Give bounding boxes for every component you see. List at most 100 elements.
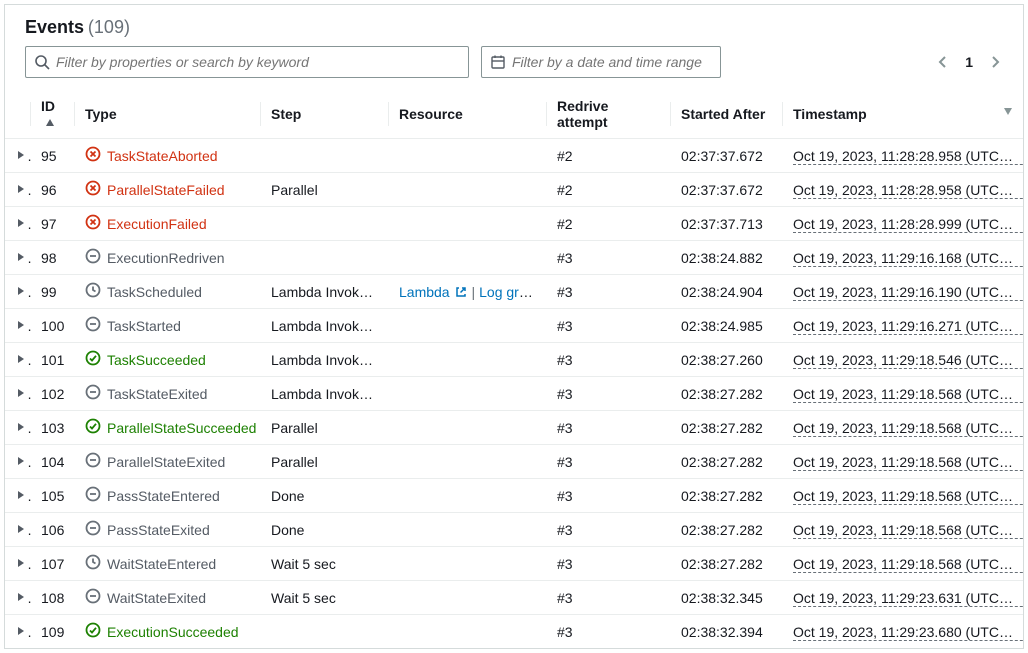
- expand-toggle[interactable]: [5, 309, 31, 343]
- prev-page-icon[interactable]: [935, 54, 951, 70]
- status-icon: [85, 452, 101, 471]
- event-started: 02:38:27.282: [671, 547, 783, 581]
- expand-toggle[interactable]: [5, 547, 31, 581]
- event-step: Done: [261, 513, 389, 547]
- event-type: TaskSucceeded: [107, 352, 206, 368]
- table-row: 100TaskStartedLambda Invoke (1)#302:38:2…: [5, 309, 1023, 343]
- event-timestamp[interactable]: Oct 19, 2023, 11:29:18.546 (UTC-07:00): [793, 352, 1023, 369]
- event-id: 101: [31, 343, 75, 377]
- status-icon: [85, 486, 101, 505]
- event-resource: [389, 377, 547, 411]
- event-id: 109: [31, 615, 75, 649]
- event-type: WaitStateEntered: [107, 556, 216, 572]
- event-redrive: #3: [547, 445, 671, 479]
- expand-toggle[interactable]: [5, 207, 31, 241]
- calendar-icon: [490, 54, 506, 70]
- status-icon: [85, 180, 101, 199]
- event-timestamp[interactable]: Oct 19, 2023, 11:29:18.568 (UTC-07:00): [793, 488, 1023, 505]
- col-timestamp[interactable]: Timestamp: [783, 90, 1023, 139]
- event-id: 105: [31, 479, 75, 513]
- event-timestamp[interactable]: Oct 19, 2023, 11:29:16.190 (UTC-07:00): [793, 284, 1023, 301]
- expand-toggle[interactable]: [5, 411, 31, 445]
- event-id: 104: [31, 445, 75, 479]
- date-filter[interactable]: [481, 46, 721, 78]
- status-icon: [85, 214, 101, 233]
- table-row: 95TaskStateAborted#202:37:37.672Oct 19, …: [5, 139, 1023, 173]
- table-row: 99TaskScheduledLambda Invoke (1)Lambda |…: [5, 275, 1023, 309]
- expand-toggle[interactable]: [5, 139, 31, 173]
- event-id: 97: [31, 207, 75, 241]
- event-type: ExecutionFailed: [107, 216, 207, 232]
- event-timestamp[interactable]: Oct 19, 2023, 11:28:28.958 (UTC-07:00): [793, 148, 1023, 165]
- event-timestamp[interactable]: Oct 19, 2023, 11:29:16.168 (UTC-07:00): [793, 250, 1023, 267]
- event-started: 02:38:27.282: [671, 411, 783, 445]
- event-resource: [389, 479, 547, 513]
- col-resource[interactable]: Resource: [389, 90, 547, 139]
- event-type: TaskScheduled: [107, 284, 202, 300]
- event-started: 02:37:37.672: [671, 139, 783, 173]
- expand-toggle[interactable]: [5, 513, 31, 547]
- event-started: 02:38:27.282: [671, 377, 783, 411]
- event-timestamp[interactable]: Oct 19, 2023, 11:29:18.568 (UTC-07:00): [793, 420, 1023, 437]
- col-redrive[interactable]: Redrive attempt: [547, 90, 671, 139]
- table-row: 97ExecutionFailed#202:37:37.713Oct 19, 2…: [5, 207, 1023, 241]
- table-row: 109ExecutionSucceeded#302:38:32.394Oct 1…: [5, 615, 1023, 649]
- event-started: 02:37:37.672: [671, 173, 783, 207]
- event-resource: Lambda |Log group: [389, 275, 547, 309]
- search-icon: [34, 54, 50, 70]
- event-timestamp[interactable]: Oct 19, 2023, 11:29:23.631 (UTC-07:00): [793, 590, 1023, 607]
- resource-lambda-link[interactable]: Lambda: [399, 284, 467, 300]
- date-filter-input[interactable]: [512, 54, 712, 70]
- event-redrive: #3: [547, 411, 671, 445]
- event-step: Lambda Invoke (1): [261, 275, 389, 309]
- event-type: WaitStateExited: [107, 590, 206, 606]
- event-timestamp[interactable]: Oct 19, 2023, 11:28:28.958 (UTC-07:00): [793, 182, 1023, 199]
- event-step: [261, 241, 389, 275]
- event-redrive: #3: [547, 343, 671, 377]
- event-timestamp[interactable]: Oct 19, 2023, 11:29:16.271 (UTC-07:00): [793, 318, 1023, 335]
- event-step: Lambda Invoke (1): [261, 343, 389, 377]
- resource-loggroup-link[interactable]: Log group: [479, 284, 547, 300]
- text-filter[interactable]: [25, 46, 469, 78]
- table-row: 104ParallelStateExitedParallel#302:38:27…: [5, 445, 1023, 479]
- next-page-icon[interactable]: [987, 54, 1003, 70]
- event-redrive: #2: [547, 173, 671, 207]
- event-step: Done: [261, 479, 389, 513]
- event-timestamp[interactable]: Oct 19, 2023, 11:28:28.999 (UTC-07:00): [793, 216, 1023, 233]
- expand-toggle[interactable]: [5, 173, 31, 207]
- status-icon: [85, 622, 101, 641]
- expand-toggle[interactable]: [5, 343, 31, 377]
- event-timestamp[interactable]: Oct 19, 2023, 11:29:18.568 (UTC-07:00): [793, 556, 1023, 573]
- panel-count: (109): [88, 17, 130, 37]
- table-row: 101TaskSucceededLambda Invoke (1)#302:38…: [5, 343, 1023, 377]
- events-table: ID Type Step Resource Redrive attempt St…: [5, 90, 1023, 648]
- event-redrive: #3: [547, 241, 671, 275]
- event-id: 102: [31, 377, 75, 411]
- event-timestamp[interactable]: Oct 19, 2023, 11:29:18.568 (UTC-07:00): [793, 454, 1023, 471]
- event-step: Lambda Invoke (1): [261, 377, 389, 411]
- expand-toggle[interactable]: [5, 479, 31, 513]
- event-timestamp[interactable]: Oct 19, 2023, 11:29:23.680 (UTC-07:00): [793, 624, 1023, 641]
- col-step[interactable]: Step: [261, 90, 389, 139]
- expand-toggle[interactable]: [5, 275, 31, 309]
- event-redrive: #2: [547, 207, 671, 241]
- pagination: 1: [935, 54, 1003, 70]
- table-row: 105PassStateEnteredDone#302:38:27.282Oct…: [5, 479, 1023, 513]
- expand-toggle[interactable]: [5, 615, 31, 649]
- expand-toggle[interactable]: [5, 241, 31, 275]
- status-icon: [85, 384, 101, 403]
- col-id[interactable]: ID: [31, 90, 75, 139]
- event-timestamp[interactable]: Oct 19, 2023, 11:29:18.568 (UTC-07:00): [793, 522, 1023, 539]
- expand-toggle[interactable]: [5, 445, 31, 479]
- col-type[interactable]: Type: [75, 90, 261, 139]
- table-row: 96ParallelStateFailedParallel#202:37:37.…: [5, 173, 1023, 207]
- sort-asc-icon: [45, 118, 55, 128]
- event-resource: [389, 513, 547, 547]
- event-timestamp[interactable]: Oct 19, 2023, 11:29:18.568 (UTC-07:00): [793, 386, 1023, 403]
- expand-toggle[interactable]: [5, 377, 31, 411]
- event-started: 02:38:32.394: [671, 615, 783, 649]
- event-type: ParallelStateFailed: [107, 182, 225, 198]
- col-started[interactable]: Started After: [671, 90, 783, 139]
- text-filter-input[interactable]: [56, 54, 460, 70]
- expand-toggle[interactable]: [5, 581, 31, 615]
